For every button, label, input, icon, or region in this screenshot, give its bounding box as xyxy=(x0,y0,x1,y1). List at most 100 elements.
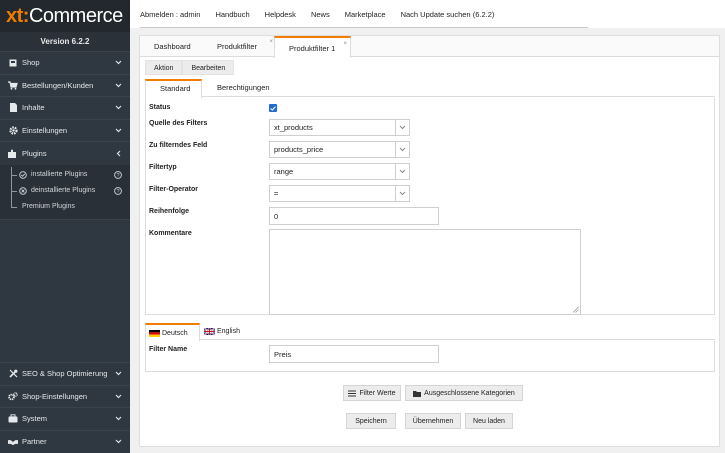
order-label: Reihenfolge xyxy=(149,208,190,215)
action-menu-button[interactable]: Aktion xyxy=(145,60,183,75)
help-icon[interactable]: ? xyxy=(114,170,122,179)
source-select[interactable]: xt_products xyxy=(269,119,410,136)
operator-select-value: = xyxy=(274,189,279,198)
sidebar-item-label: Bestellungen/Kunden xyxy=(22,80,94,90)
sidebar-item-shop-settings[interactable]: Shop-Einstellungen xyxy=(0,386,130,408)
order-input[interactable]: 0 xyxy=(269,207,439,225)
language-form: Filter Name Preis xyxy=(145,341,715,372)
sidebar-subitem-label: Premium Plugins xyxy=(22,203,75,210)
briefcase-icon xyxy=(8,414,18,423)
close-icon[interactable]: × xyxy=(269,39,273,45)
filter-values-button[interactable]: Filter Werte xyxy=(343,385,401,401)
tab-permissions[interactable]: Berechtigungen xyxy=(203,79,284,97)
update-check-link[interactable]: Nach Update suchen (6.2.2) xyxy=(401,10,495,19)
type-select-value: range xyxy=(274,167,294,176)
sidebar-subitem-label: installierte Plugins xyxy=(31,171,88,178)
save-button[interactable]: Speichern xyxy=(346,413,396,429)
comments-label: Kommentare xyxy=(149,230,192,237)
sidebar-item-label: Einstellungen xyxy=(22,125,68,135)
logo-commerce: Commerce xyxy=(28,4,123,27)
chevron-down-icon xyxy=(114,438,122,446)
gears-icon xyxy=(8,391,18,401)
sidebar-item-system[interactable]: System xyxy=(0,408,130,431)
sidebar-subitem-uninstalled[interactable]: deinstallierte Plugins ? xyxy=(0,182,130,199)
chevron-left-icon xyxy=(114,149,122,157)
chevron-down-icon[interactable] xyxy=(395,142,409,157)
helpdesk-link[interactable]: Helpdesk xyxy=(265,10,296,19)
chevron-down-icon[interactable] xyxy=(395,186,409,201)
resize-handle-icon[interactable] xyxy=(572,306,579,313)
handshake-icon xyxy=(8,437,18,446)
action-toolbar: Aktion Bearbeiten xyxy=(145,60,235,75)
chevron-down-icon[interactable] xyxy=(395,164,409,179)
plugins-submenu: installierte Plugins ? deinstallierte Pl… xyxy=(0,164,130,220)
manual-link[interactable]: Handbuch xyxy=(215,10,249,19)
main-panel: Dashboard Produktfilter × Produktfilter … xyxy=(139,35,720,447)
edit-menu-button[interactable]: Bearbeiten xyxy=(182,60,235,75)
tab-label: Deutsch xyxy=(162,329,188,337)
sidebar-item-label: Shop xyxy=(22,58,40,68)
tab-label: Produktfilter 1 xyxy=(289,43,336,53)
version-label: Version 6.2.2 xyxy=(0,32,130,52)
type-select[interactable]: range xyxy=(269,163,410,180)
sidebar-item-shop[interactable]: Shop xyxy=(0,52,130,75)
sidebar-item-plugins[interactable]: Plugins xyxy=(0,142,130,165)
divider xyxy=(140,27,588,28)
field-select[interactable]: products_price xyxy=(269,141,410,158)
marketplace-link[interactable]: Marketplace xyxy=(345,10,386,19)
sidebar-subitem-installed[interactable]: installierte Plugins ? xyxy=(0,166,130,183)
store-icon xyxy=(8,58,18,67)
document-icon xyxy=(8,103,18,113)
source-select-value: xt_products xyxy=(274,123,313,132)
apply-button[interactable]: Übernehmen xyxy=(405,413,461,429)
field-label: Zu filterndes Feld xyxy=(149,142,208,149)
chevron-down-icon xyxy=(114,104,122,112)
button-label: Ausgeschlossene Kategorien xyxy=(424,389,515,397)
close-icon[interactable]: × xyxy=(343,41,347,47)
operator-label: Filter-Operator xyxy=(149,186,199,193)
tab-label: Dashboard xyxy=(154,42,191,51)
sidebar-item-content[interactable]: Inhalte xyxy=(0,97,130,120)
german-flag-icon xyxy=(149,329,160,337)
type-label: Filtertyp xyxy=(149,164,177,171)
chevron-down-icon[interactable] xyxy=(395,120,409,135)
svg-text:?: ? xyxy=(116,173,119,179)
button-label: Filter Werte xyxy=(359,389,396,397)
tab-produktfilter-1[interactable]: Produktfilter 1 × xyxy=(274,36,351,58)
sidebar-bottom: SEO & Shop Optimierung Shop-Einstellunge… xyxy=(0,362,130,453)
tab-produktfilter[interactable]: Produktfilter × xyxy=(203,36,275,57)
tab-dashboard[interactable]: Dashboard xyxy=(140,36,205,57)
sidebar-subitem-label: deinstallierte Plugins xyxy=(31,187,96,194)
tab-language-de[interactable]: Deutsch xyxy=(145,323,200,341)
chevron-down-icon xyxy=(114,126,122,134)
tools-icon xyxy=(8,369,18,378)
filter-name-input[interactable]: Preis xyxy=(269,345,439,363)
sidebar-item-label: Shop-Einstellungen xyxy=(22,391,88,401)
status-checkbox[interactable] xyxy=(269,104,277,112)
operator-select[interactable]: = xyxy=(269,185,410,202)
folder-icon xyxy=(413,390,422,397)
sidebar-subitem-premium[interactable]: Premium Plugins xyxy=(0,198,130,215)
sidebar-item-label: Inhalte xyxy=(22,103,45,113)
tab-standard[interactable]: Standard xyxy=(145,79,202,98)
sidebar-item-orders[interactable]: Bestellungen/Kunden xyxy=(0,75,130,97)
filter-name-label: Filter Name xyxy=(149,346,188,353)
excluded-categories-button[interactable]: Ausgeschlossene Kategorien xyxy=(405,385,523,401)
help-icon[interactable]: ? xyxy=(114,186,122,195)
sidebar-item-label: SEO & Shop Optimierung xyxy=(22,369,108,379)
comments-textarea[interactable] xyxy=(269,229,581,315)
reload-button[interactable]: Neu laden xyxy=(465,413,513,429)
sidebar-item-settings[interactable]: Einstellungen xyxy=(0,120,130,142)
tab-language-en[interactable]: English xyxy=(201,323,243,340)
sidebar-item-seo[interactable]: SEO & Shop Optimierung xyxy=(0,363,130,386)
chevron-down-icon xyxy=(114,370,122,378)
sidebar-item-partner[interactable]: Partner xyxy=(0,431,130,453)
svg-text:?: ? xyxy=(116,189,119,195)
check-circle-icon xyxy=(18,170,27,179)
logo[interactable]: xt: Commerce xyxy=(0,0,130,32)
news-link[interactable]: News xyxy=(311,10,330,19)
puzzle-icon xyxy=(8,149,18,158)
field-select-value: products_price xyxy=(274,145,324,154)
logout-link[interactable]: Abmelden : admin xyxy=(140,10,200,19)
tab-label: Produktfilter xyxy=(217,42,258,51)
